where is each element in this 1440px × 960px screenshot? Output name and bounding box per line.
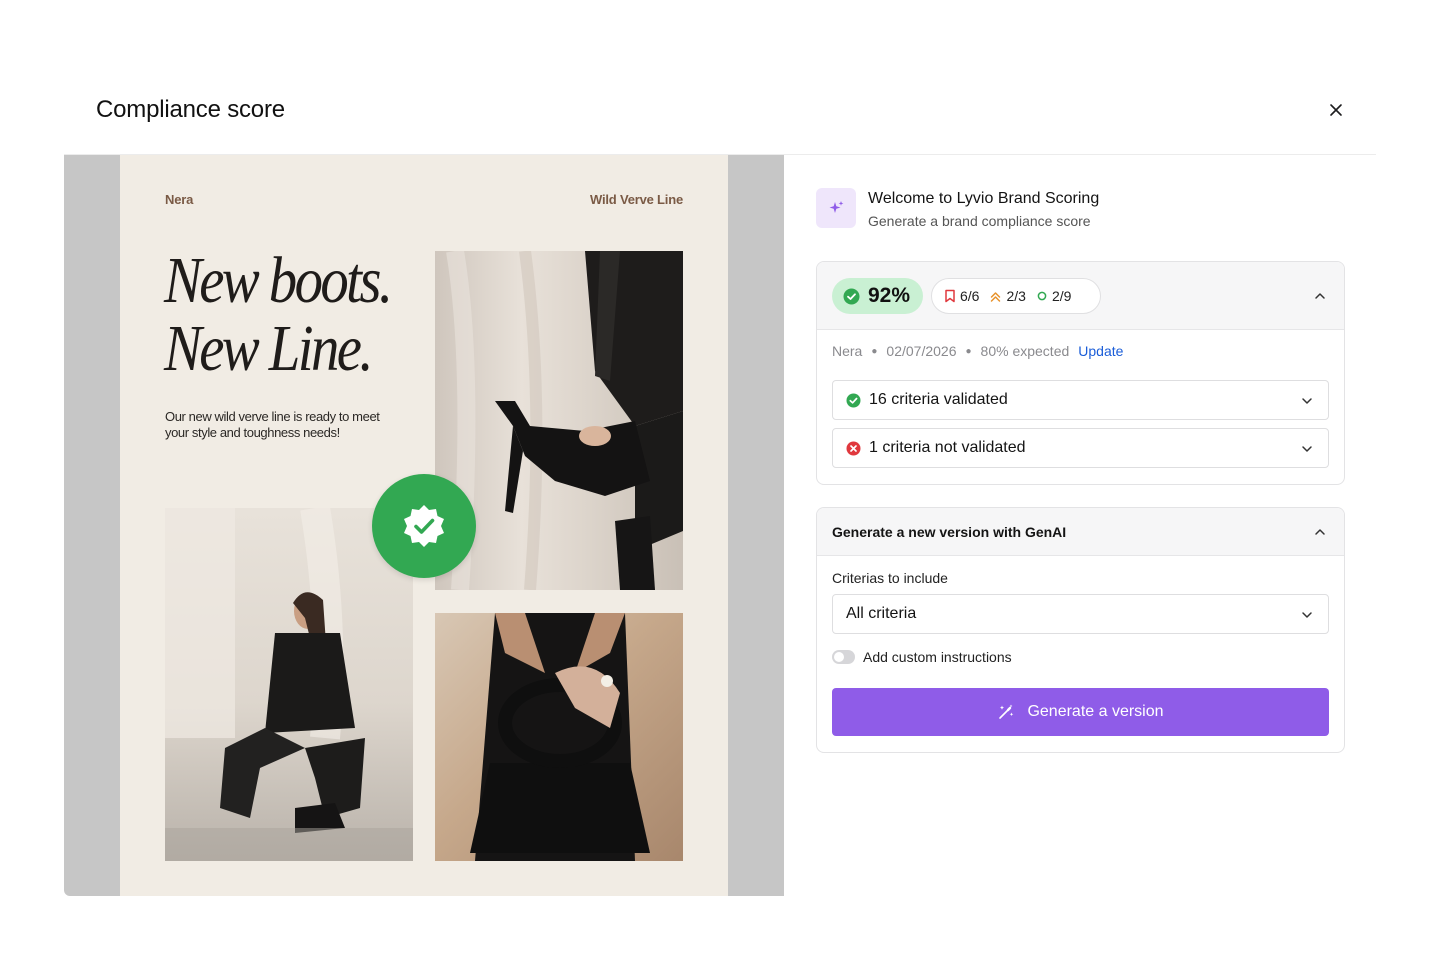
stat-critical: 6/6 bbox=[944, 288, 979, 304]
genai-card: Generate a new version with GenAI Criter… bbox=[816, 507, 1345, 753]
handbag-photo bbox=[435, 613, 683, 861]
chevron-up-icon bbox=[1315, 293, 1325, 299]
welcome-icon-box bbox=[816, 188, 856, 228]
meta-separator: ● bbox=[871, 345, 878, 357]
generate-version-button[interactable]: Generate a version bbox=[832, 688, 1329, 736]
stat-major-value: 2/3 bbox=[1006, 288, 1026, 304]
score-badge: 92% bbox=[832, 278, 923, 314]
magic-wand-icon bbox=[999, 704, 1014, 719]
email-headline: New boots. New Line. bbox=[164, 244, 393, 385]
welcome-header: Welcome to Lyvio Brand Scoring Generate … bbox=[816, 188, 1346, 230]
score-value: 92% bbox=[868, 284, 911, 307]
criteria-not-validated-dropdown[interactable]: 1 criteria not validated bbox=[832, 428, 1329, 468]
meta-brand: Nera bbox=[832, 343, 863, 359]
criteria-select-value: All criteria bbox=[846, 605, 917, 622]
score-card: 92% 6/6 2/3 2/9 Nera ● 02/07/2026 ● 80% … bbox=[816, 261, 1345, 485]
chevron-up-icon bbox=[1315, 529, 1325, 535]
compliance-badge bbox=[372, 474, 476, 578]
bookmark-icon bbox=[945, 289, 955, 303]
meta-expected: 80% expected bbox=[980, 343, 1070, 359]
stat-minor-value: 2/9 bbox=[1051, 288, 1072, 304]
update-link[interactable]: Update bbox=[1078, 343, 1123, 359]
criteria-stats: 6/6 2/3 2/9 bbox=[931, 278, 1101, 314]
generate-version-label: Generate a version bbox=[1027, 703, 1164, 720]
chevron-down-icon bbox=[1302, 398, 1312, 404]
chevrons-up-icon bbox=[991, 291, 1001, 302]
criteria-select[interactable]: All criteria bbox=[832, 594, 1329, 634]
chevron-down-icon bbox=[1302, 612, 1312, 618]
close-button[interactable] bbox=[1324, 98, 1348, 122]
score-card-header[interactable]: 92% 6/6 2/3 2/9 bbox=[817, 262, 1344, 330]
genai-title: Generate a new version with GenAI bbox=[832, 524, 1067, 540]
criteria-validated-dropdown[interactable]: 16 criteria validated bbox=[832, 380, 1329, 420]
headline-line-1: New boots. bbox=[164, 244, 393, 317]
meta-separator: ● bbox=[965, 345, 972, 357]
sparkles-icon bbox=[829, 201, 844, 213]
genai-card-header[interactable]: Generate a new version with GenAI bbox=[817, 508, 1344, 556]
verified-badge-icon bbox=[404, 505, 444, 547]
meta-date: 02/07/2026 bbox=[886, 343, 957, 359]
criteria-validated-label: 16 criteria validated bbox=[869, 391, 1008, 408]
welcome-title: Welcome to Lyvio Brand Scoring bbox=[868, 190, 1100, 207]
custom-instructions-row[interactable]: Add custom instructions bbox=[832, 649, 1012, 665]
modal-title: Compliance score bbox=[96, 96, 285, 123]
stat-critical-value: 6/6 bbox=[960, 288, 980, 304]
email-brand: Nera bbox=[165, 192, 194, 207]
close-icon bbox=[1330, 104, 1342, 116]
stat-minor: 2/9 bbox=[1036, 288, 1071, 304]
circle-icon bbox=[1037, 291, 1047, 301]
email-canvas: Nera Wild Verve Line New boots. New Line… bbox=[120, 155, 728, 896]
headline-line-2: New Line. bbox=[164, 312, 374, 385]
email-line-name: Wild Verve Line bbox=[590, 192, 683, 207]
check-circle-icon bbox=[843, 288, 860, 304]
welcome-subtitle: Generate a brand compliance score bbox=[868, 213, 1091, 229]
email-preview: Nera Wild Verve Line New boots. New Line… bbox=[64, 155, 784, 896]
stat-major: 2/3 bbox=[989, 288, 1026, 304]
criteria-include-label: Criterias to include bbox=[832, 570, 948, 586]
chevron-down-icon bbox=[1302, 446, 1312, 452]
check-circle-icon bbox=[846, 393, 861, 407]
criteria-not-validated-label: 1 criteria not validated bbox=[869, 439, 1026, 456]
score-meta: Nera ● 02/07/2026 ● 80% expected Update bbox=[832, 343, 1123, 359]
seated-model-photo bbox=[165, 508, 413, 861]
custom-instructions-label: Add custom instructions bbox=[863, 649, 1012, 665]
collapse-genai-button[interactable] bbox=[1310, 522, 1330, 542]
custom-instructions-toggle[interactable] bbox=[832, 650, 855, 664]
email-tagline: Our new wild verve line is ready to meet… bbox=[165, 409, 380, 440]
x-circle-icon bbox=[846, 441, 861, 455]
collapse-score-button[interactable] bbox=[1310, 286, 1330, 306]
